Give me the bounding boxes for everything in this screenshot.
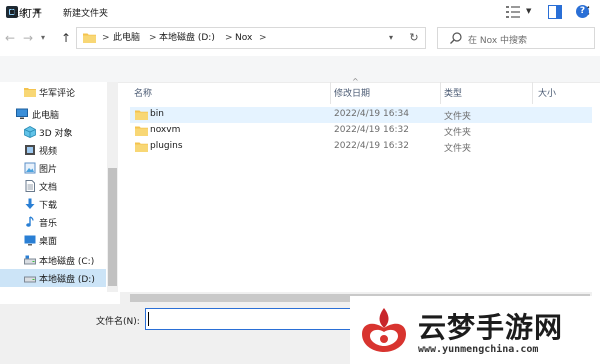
forward-button[interactable]: → — [20, 28, 36, 48]
watermark-url: www.yunmengchina.com — [418, 344, 539, 355]
filename-label: 文件名(N): — [96, 317, 140, 327]
nav-item-label: 华军评论 — [39, 89, 76, 99]
breadcrumb-separator[interactable]: > — [259, 28, 267, 48]
nav-item-this-pc[interactable]: 此电脑 — [0, 105, 106, 123]
nav-item-label: 图片 — [39, 165, 58, 175]
watermark-logo-icon — [362, 308, 406, 352]
back-button[interactable]: ← — [2, 28, 18, 48]
nav-item-label: 下载 — [39, 201, 58, 211]
text-caret — [148, 312, 149, 326]
file-name: bin — [150, 109, 164, 119]
nav-item-documents[interactable]: 文档 — [0, 177, 106, 195]
column-header-date[interactable]: 修改日期 — [334, 86, 370, 99]
nav-item-quick-folder[interactable]: 华军评论 — [0, 83, 106, 101]
nav-item-drive-c[interactable]: 本地磁盘 (C:) — [0, 251, 106, 269]
nav-item-label: 本地磁盘 (D:) — [39, 275, 95, 285]
nav-item-label: 桌面 — [39, 237, 58, 247]
file-row[interactable]: noxvm 2022/4/19 16:32 文件夹 — [130, 123, 592, 139]
filename-input[interactable] — [145, 308, 360, 330]
3d-objects-icon — [24, 126, 36, 138]
music-icon — [26, 216, 34, 227]
search-box[interactable]: 在 Nox 中搜索 — [437, 27, 595, 49]
breadcrumb-separator[interactable]: > — [102, 28, 110, 48]
file-row[interactable]: plugins 2022/4/19 16:32 文件夹 — [130, 139, 592, 155]
desktop-icon — [24, 235, 36, 246]
nav-item-3d-objects[interactable]: 3D 对象 — [0, 123, 106, 141]
refresh-button[interactable]: ↻ — [404, 28, 424, 48]
column-divider[interactable] — [440, 82, 441, 104]
nav-scrollbar-thumb[interactable] — [108, 168, 117, 286]
organize-button[interactable]: 组织 — [10, 6, 28, 19]
column-header-type[interactable]: 类型 — [444, 86, 462, 99]
file-modified: 2022/4/19 16:34 — [334, 109, 409, 119]
file-modified: 2022/4/19 16:32 — [334, 125, 409, 135]
drive-icon — [24, 276, 36, 283]
pictures-icon — [24, 162, 36, 174]
file-type: 文件夹 — [444, 144, 472, 154]
folder-icon — [24, 88, 36, 97]
drive-icon — [24, 255, 36, 265]
nav-item-music[interactable]: 音乐 — [0, 213, 106, 231]
file-row[interactable]: bin 2022/4/19 16:34 文件夹 — [130, 107, 592, 123]
sort-indicator-icon: ^ — [352, 77, 359, 86]
command-bar — [0, 56, 600, 83]
column-divider[interactable] — [330, 82, 331, 104]
view-options-icon[interactable] — [506, 6, 520, 18]
folder-icon — [135, 142, 148, 152]
help-icon[interactable]: ? — [576, 5, 589, 18]
nav-item-videos[interactable]: 视频 — [0, 141, 106, 159]
breadcrumb-separator[interactable]: > — [225, 28, 233, 48]
file-name: noxvm — [150, 125, 181, 135]
file-modified: 2022/4/19 16:32 — [334, 141, 409, 151]
breadcrumb-drive-d[interactable]: 本地磁盘 (D:) — [159, 28, 215, 48]
column-header-row: ^ 名称 修改日期 类型 大小 — [124, 77, 592, 104]
search-icon — [450, 32, 462, 44]
chevron-down-icon[interactable]: ▾ — [389, 28, 393, 48]
documents-icon — [25, 180, 35, 192]
nav-item-label: 文档 — [39, 183, 58, 193]
search-placeholder: 在 Nox 中搜索 — [468, 36, 528, 46]
chevron-down-icon[interactable]: ▼ — [526, 7, 531, 15]
up-button[interactable]: ↑ — [58, 28, 74, 48]
preview-pane-icon[interactable] — [548, 5, 562, 19]
column-header-name[interactable]: 名称 — [134, 86, 152, 99]
new-folder-button[interactable]: 新建文件夹 — [63, 6, 108, 19]
video-icon — [25, 145, 35, 155]
file-type: 文件夹 — [444, 128, 472, 138]
folder-icon — [83, 33, 96, 43]
nav-item-downloads[interactable]: 下载 — [0, 195, 106, 213]
breadcrumb-nox[interactable]: Nox — [235, 28, 252, 48]
column-header-size[interactable]: 大小 — [538, 86, 556, 99]
nav-item-pictures[interactable]: 图片 — [0, 159, 106, 177]
breadcrumb-this-pc[interactable]: 此电脑 — [113, 28, 140, 48]
download-icon — [25, 198, 35, 209]
address-bar[interactable]: > 此电脑 > 本地磁盘 (D:) > Nox > ▾ — [76, 27, 426, 49]
navigation-pane: 华军评论 此电脑 3D 对象 视频 图片 文档 下载 音乐 桌面 本地磁盘 (C… — [0, 82, 118, 292]
recent-locations-dropdown[interactable]: ▾ — [38, 28, 48, 48]
nav-item-label: 视频 — [39, 147, 58, 157]
folder-icon — [135, 110, 148, 120]
folder-icon — [135, 126, 148, 136]
nav-item-label: 3D 对象 — [39, 129, 73, 139]
nav-item-label: 此电脑 — [32, 111, 60, 121]
computer-icon — [16, 108, 28, 119]
nav-item-label: 本地磁盘 (C:) — [39, 257, 95, 267]
watermark-text: 云梦手游网 — [418, 311, 564, 344]
nav-item-label: 音乐 — [39, 219, 58, 229]
chevron-down-icon[interactable]: ▼ — [35, 7, 40, 15]
breadcrumb-separator[interactable]: > — [149, 28, 157, 48]
nav-item-desktop[interactable]: 桌面 — [0, 231, 106, 249]
nav-item-drive-d[interactable]: 本地磁盘 (D:) — [0, 269, 106, 287]
file-name: plugins — [150, 141, 183, 151]
file-type: 文件夹 — [444, 112, 472, 122]
column-divider[interactable] — [532, 82, 533, 104]
